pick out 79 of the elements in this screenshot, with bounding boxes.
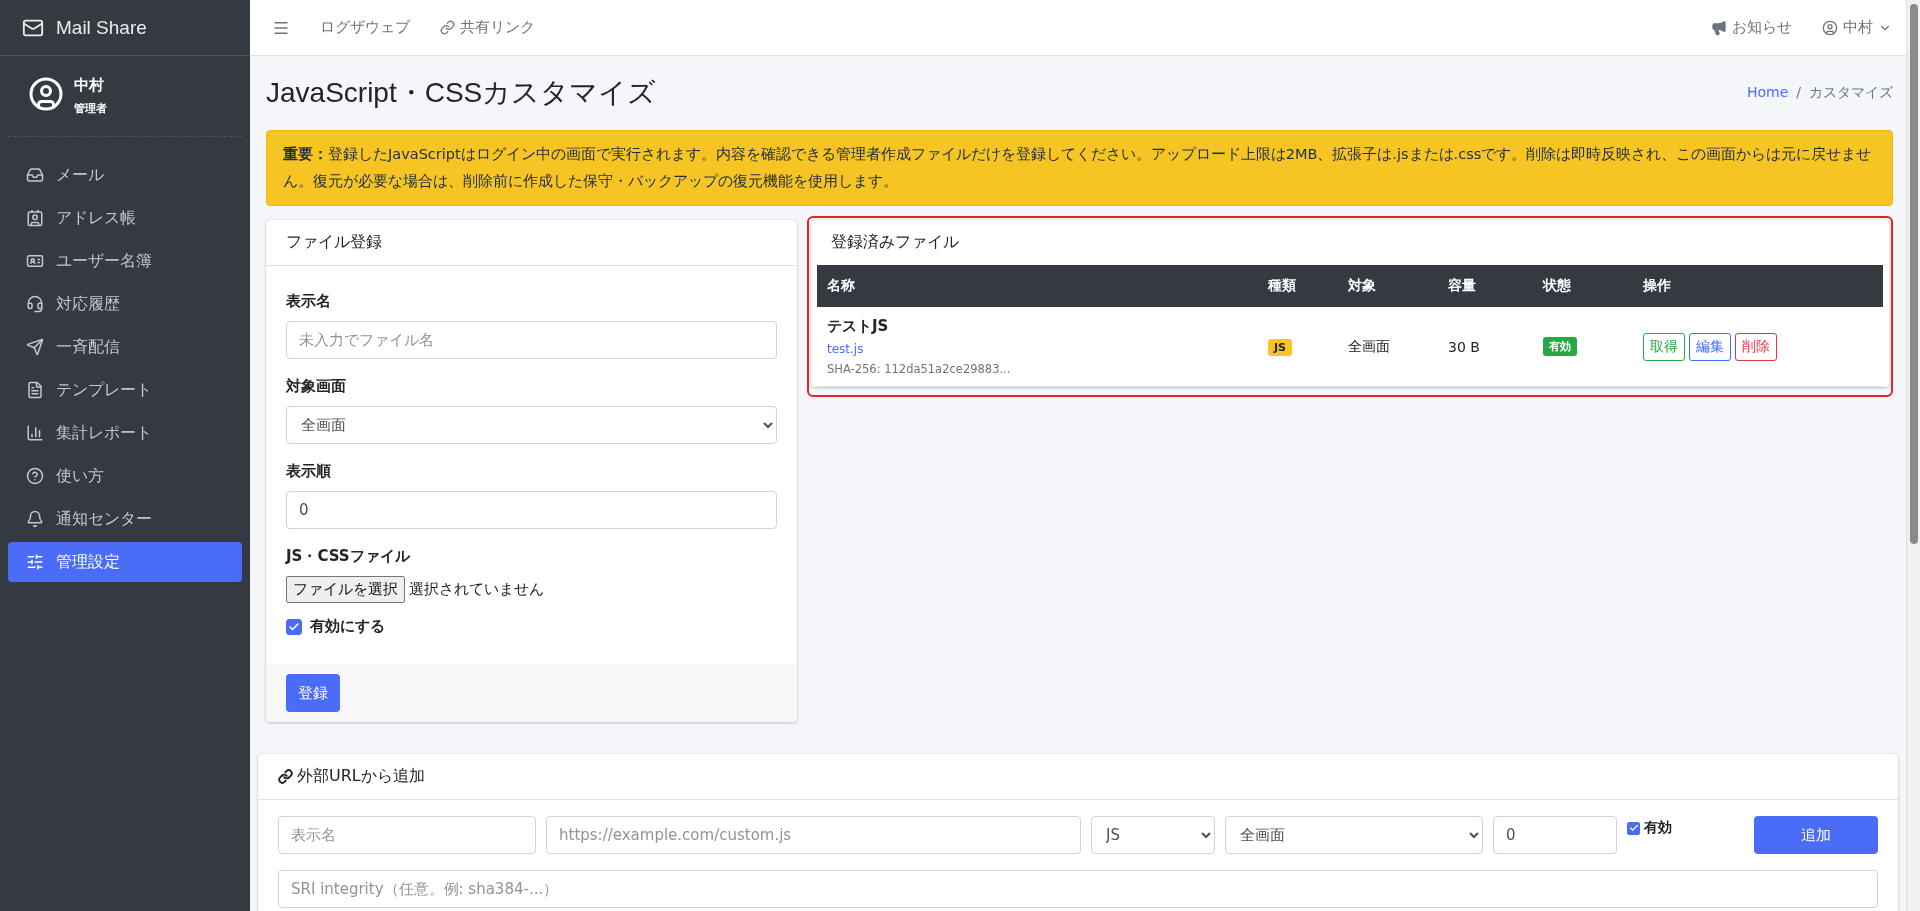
headset-icon [26,295,44,313]
order-field[interactable]: 0 [286,491,777,529]
scrollbar[interactable] [1906,0,1920,911]
target-select[interactable]: 全画面 [286,406,777,444]
checkmark-icon [1628,823,1639,833]
sidebar-item[interactable]: 対応履歴 [8,284,242,324]
enabled-checkbox[interactable] [1627,821,1640,835]
sidebar-item[interactable]: 使い方 [8,456,242,496]
file-hash: SHA-256: 112da51a2ce29883... [827,362,1012,376]
id-badge-icon [26,252,44,270]
column-header: 種類 [1258,265,1338,307]
sidebar-item[interactable]: メール [8,155,242,195]
document-icon [26,381,44,399]
link-icon [278,769,293,784]
column-header: 容量 [1438,265,1533,307]
sidebar-item[interactable]: 集計レポート [8,413,242,453]
field-label: 対象画面 [286,377,347,396]
column-header: 対象 [1338,265,1438,307]
sidebar-item[interactable]: ユーザー名簿 [8,241,242,281]
notice-link[interactable]: お知らせ [1711,18,1792,37]
warning-alert: 重要：登録したJavaScriptはログイン中の画面で実行されます。内容を確認できる管理者作成ファイルだけを登録してください。アップロード上限は2MB、拡張子は.jsまたは.cssです。削除は即時反映され、この画面からは元に戻せません。復元が必要な場合は、削除前に作成した保守・バックアップの復元機能を使用します。 [266,130,1893,206]
type-badge: JS [1268,338,1292,356]
inbox-icon [26,166,44,184]
breadcrumb-current: カスタマイズ [1809,84,1893,102]
help-icon [26,467,44,485]
file-link[interactable]: test.js [827,342,864,356]
register-button[interactable]: 登録 [286,674,340,712]
card-title: ファイル登録 [266,220,797,266]
target-select[interactable]: 全画面 [1225,816,1483,854]
brand-name: Mail Share [56,16,147,39]
checkbox-label: 有効にする [310,617,385,636]
enabled-checkbox[interactable] [286,618,302,635]
avatar-icon [28,76,64,112]
user-role: 管理者 [74,101,107,116]
breadcrumb-link[interactable]: Home [1746,84,1789,102]
link-icon [440,20,455,35]
bell-icon [26,510,44,528]
card-title: 外部URLから追加 [258,754,1898,800]
display-name-field[interactable]: 表示名 [278,816,536,854]
sidebar-item[interactable]: アドレス帳 [8,198,242,238]
action-button[interactable]: 編集 [1689,332,1731,361]
choose-file-button[interactable]: ファイルを選択 [286,576,405,603]
field-label: JS・CSSファイル [286,547,411,566]
column-header: 状態 [1533,265,1633,307]
status-badge: 有効 [1543,337,1577,356]
file-status: 選択されていません [409,580,544,599]
nav-link[interactable]: 共有リンク [440,18,535,37]
contact-card-icon [26,209,44,227]
sidebar-item[interactable]: 通知センター [8,499,242,539]
sidebar-item[interactable]: 一斉配信 [8,327,242,367]
column-header: 名称 [817,265,1258,307]
type-select[interactable]: JS [1091,816,1215,854]
add-button[interactable]: 追加 [1754,816,1878,854]
checkmark-icon [288,620,300,633]
user-name: 中村 [74,76,105,95]
sri-field[interactable]: SRI integrity（任意。例: sha384-...） [278,870,1878,908]
file-name: テストJS [827,317,890,336]
field-label: 表示順 [286,462,332,481]
megaphone-icon [1711,19,1727,36]
column-header: 操作 [1633,265,1883,307]
sidebar-item[interactable]: 管理設定 [8,542,242,582]
paper-plane-icon [26,338,44,356]
field-label: 表示名 [286,292,332,311]
card-title: 登録済みファイル [830,231,960,253]
breadcrumb-separator: / [1796,84,1801,102]
user-icon [1822,19,1838,36]
checkbox-label: 有効 [1644,819,1672,837]
url-field[interactable]: https://example.com/custom.js [546,816,1081,854]
page-title: JavaScript・CSSカスタマイズ [266,76,657,110]
user-menu[interactable]: 中村 [1822,18,1892,37]
nav-link[interactable]: ログザウェブ [320,18,410,37]
sidebar-item[interactable]: テンプレート [8,370,242,410]
table-cell: 全画面 [1338,307,1438,387]
sliders-icon [26,553,44,571]
bar-chart-icon [26,424,44,442]
table-cell: 30 B [1438,307,1533,387]
order-field[interactable]: 0 [1493,816,1617,854]
action-button[interactable]: 削除 [1735,332,1777,361]
display-name-field[interactable]: 未入力でファイル名 [286,321,777,359]
